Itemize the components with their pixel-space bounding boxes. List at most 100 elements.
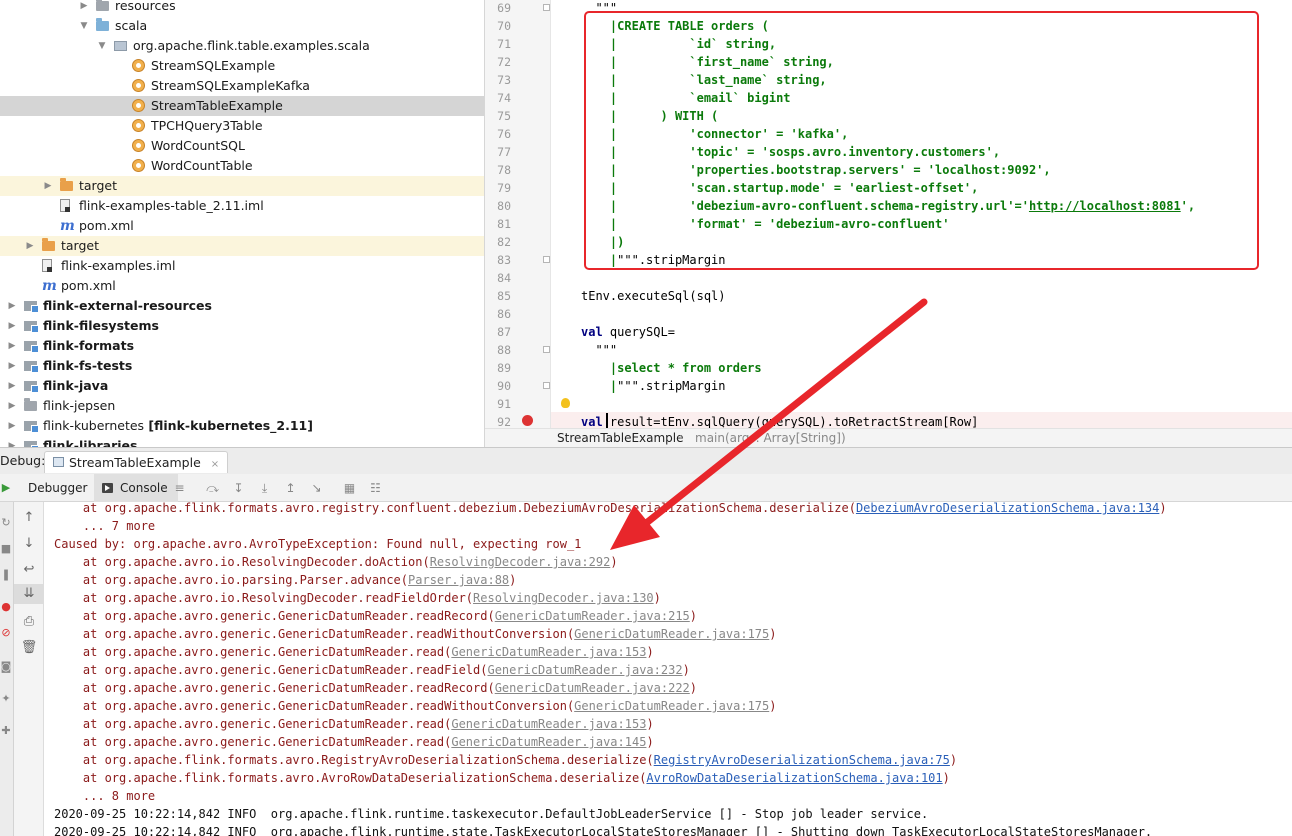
chevron-right-icon[interactable]: ▶ [24, 236, 36, 256]
tree-item[interactable]: ▼ org.apache.flink.table.examples.scala [0, 36, 484, 56]
chevron-right-icon[interactable]: ▶ [6, 396, 18, 416]
view-breakpoints-icon[interactable]: ● [0, 600, 12, 614]
tree-item[interactable]: ▶ target [0, 176, 484, 196]
tree-item-label: pom.xml [61, 278, 116, 293]
print-icon[interactable]: ⎙ [14, 612, 44, 632]
console-output[interactable]: at org.apache.flink.formats.avro.registr… [44, 502, 1292, 836]
trace-icon[interactable]: ☷ [369, 482, 382, 494]
chevron-right-icon[interactable]: ▶ [6, 296, 18, 316]
chevron-right-icon[interactable]: ▶ [6, 336, 18, 356]
editor-gutter: 69 70 71 72 73 74 75 76 77 78 79 80 81 82 83 84 85 86 87 88… [485, 0, 551, 428]
tree-item[interactable]: ▶ flink-fs-tests [0, 356, 484, 376]
chevron-right-icon[interactable]: ▶ [6, 376, 18, 396]
source-link[interactable]: GenericDatumReader.java:153 [451, 717, 646, 731]
tab-console[interactable]: Console [94, 474, 178, 502]
soft-wrap-icon[interactable]: ↩ [14, 560, 44, 580]
tree-item-label: flink-filesystems [43, 318, 159, 333]
tree-item[interactable]: flink-examples-table_2.11.iml [0, 196, 484, 216]
source-link[interactable]: AvroRowDataDeserializationSchema.java:10… [646, 771, 942, 785]
source-link[interactable]: GenericDatumReader.java:145 [451, 735, 646, 749]
tree-item[interactable]: WordCountSQL [0, 136, 484, 156]
source-link[interactable]: ResolvingDecoder.java:292 [430, 555, 611, 569]
source-link[interactable]: DebeziumAvroDeserializationSchema.java:1… [856, 502, 1159, 515]
tree-item[interactable]: StreamTableExample [0, 96, 484, 116]
tree-item[interactable]: ▶ target [0, 236, 484, 256]
force-step-into-icon[interactable]: ⤓ [258, 482, 271, 494]
evaluate-icon[interactable]: ▦ [343, 482, 356, 494]
pin-icon[interactable]: ✚ [0, 724, 12, 738]
camera-icon[interactable]: ◙ [0, 660, 12, 674]
tree-item[interactable]: StreamSQLExample [0, 56, 484, 76]
lightbulb-icon[interactable] [561, 398, 570, 408]
menu-icon[interactable]: ≡ [173, 482, 186, 494]
tree-item[interactable]: WordCountTable [0, 156, 484, 176]
line-number: 75 [497, 109, 511, 123]
tree-item[interactable]: m pom.xml [0, 216, 484, 236]
tree-item[interactable]: m pom.xml [0, 276, 484, 296]
code-editor[interactable]: 69 70 71 72 73 74 75 76 77 78 79 80 81 82 83 84 85 86 87 88… [485, 0, 1292, 428]
tree-item[interactable]: ▶ resources [0, 0, 484, 16]
source-link[interactable]: GenericDatumReader.java:215 [495, 609, 690, 623]
stop-icon[interactable]: ■ [0, 542, 12, 556]
step-over-icon[interactable]: ⤼ [206, 482, 219, 494]
settings-icon[interactable]: ✦ [0, 692, 12, 706]
source-link[interactable]: GenericDatumReader.java:175 [574, 627, 769, 641]
fold-marker-icon[interactable] [543, 346, 550, 353]
tree-item[interactable]: StreamSQLExampleKafka [0, 76, 484, 96]
pause-icon[interactable]: ❚ [0, 568, 12, 582]
run-to-cursor-icon[interactable]: ↘ [310, 482, 323, 494]
rerun-icon[interactable]: ↻ [0, 516, 12, 530]
down-arrow-icon[interactable]: ↓ [14, 534, 44, 554]
source-link[interactable]: GenericDatumReader.java:222 [495, 681, 690, 695]
up-arrow-icon[interactable]: ↑ [14, 508, 44, 528]
source-link[interactable]: GenericDatumReader.java:153 [451, 645, 646, 659]
tree-item-label: org.apache.flink.table.examples.scala [133, 38, 370, 53]
chevron-right-icon[interactable]: ▶ [42, 176, 54, 196]
scroll-to-end-icon[interactable]: ⇊ [14, 584, 44, 604]
source-link[interactable]: RegistryAvroDeserializationSchema.java:7… [654, 753, 950, 767]
tree-item[interactable]: ▶ flink-libraries [0, 436, 484, 447]
tree-item[interactable]: ▶ flink-java [0, 376, 484, 396]
tree-item[interactable]: ▶ flink-kubernetes [flink-kubernetes_2.11… [0, 416, 484, 436]
chevron-right-icon[interactable]: ▶ [6, 436, 18, 447]
fold-marker-icon[interactable] [543, 382, 550, 389]
chevron-down-icon[interactable]: ▼ [96, 36, 108, 56]
tree-item[interactable]: flink-examples.iml [0, 256, 484, 276]
folder-orange-icon [42, 238, 55, 251]
source-link[interactable]: Parser.java:88 [408, 573, 509, 587]
breadcrumb-method[interactable]: main(args: Array[String]) [695, 429, 846, 447]
breadcrumb-file[interactable]: StreamTableExample [557, 429, 684, 447]
line-number: 70 [497, 19, 511, 33]
console-stack-line: at org.apache.avro.generic.GenericDatumR… [54, 699, 777, 713]
tree-item[interactable]: TPCHQuery3Table [0, 116, 484, 136]
resume-icon[interactable]: ▶ [0, 481, 12, 495]
tree-item[interactable]: ▶ flink-jepsen [0, 396, 484, 416]
chevron-down-icon[interactable]: ▼ [78, 16, 90, 36]
code-line: |""".stripMargin [609, 379, 726, 393]
close-icon[interactable]: × [211, 459, 219, 470]
code-line: tEnv.executeSql(sql) [581, 289, 726, 303]
step-out-icon[interactable]: ↥ [284, 482, 297, 494]
tree-item[interactable]: ▼ scala [0, 16, 484, 36]
chevron-right-icon[interactable]: ▶ [78, 0, 90, 16]
source-link[interactable]: GenericDatumReader.java:232 [487, 663, 682, 677]
tab-console-label: Console [120, 481, 168, 495]
tree-item[interactable]: ▶ flink-formats [0, 336, 484, 356]
fold-marker-icon[interactable] [543, 256, 550, 263]
chevron-right-icon[interactable]: ▶ [6, 416, 18, 436]
tree-item-label: flink-libraries [43, 438, 138, 447]
debug-session-tab[interactable]: StreamTableExample × [44, 451, 229, 473]
tab-debugger[interactable]: Debugger [28, 474, 87, 502]
step-into-icon[interactable]: ↧ [232, 482, 245, 494]
source-link[interactable]: GenericDatumReader.java:175 [574, 699, 769, 713]
chevron-right-icon[interactable]: ▶ [6, 356, 18, 376]
tree-item[interactable]: ▶ flink-filesystems [0, 316, 484, 336]
breakpoint-icon[interactable] [522, 415, 533, 426]
tree-item[interactable]: ▶ flink-external-resources [0, 296, 484, 316]
trash-icon[interactable]: 🗑 [14, 638, 44, 658]
mute-breakpoints-icon[interactable]: ⊘ [0, 626, 12, 640]
fold-marker-icon[interactable] [543, 4, 550, 11]
module-folder-icon [24, 421, 39, 433]
chevron-right-icon[interactable]: ▶ [6, 316, 18, 336]
source-link[interactable]: ResolvingDecoder.java:130 [473, 591, 654, 605]
